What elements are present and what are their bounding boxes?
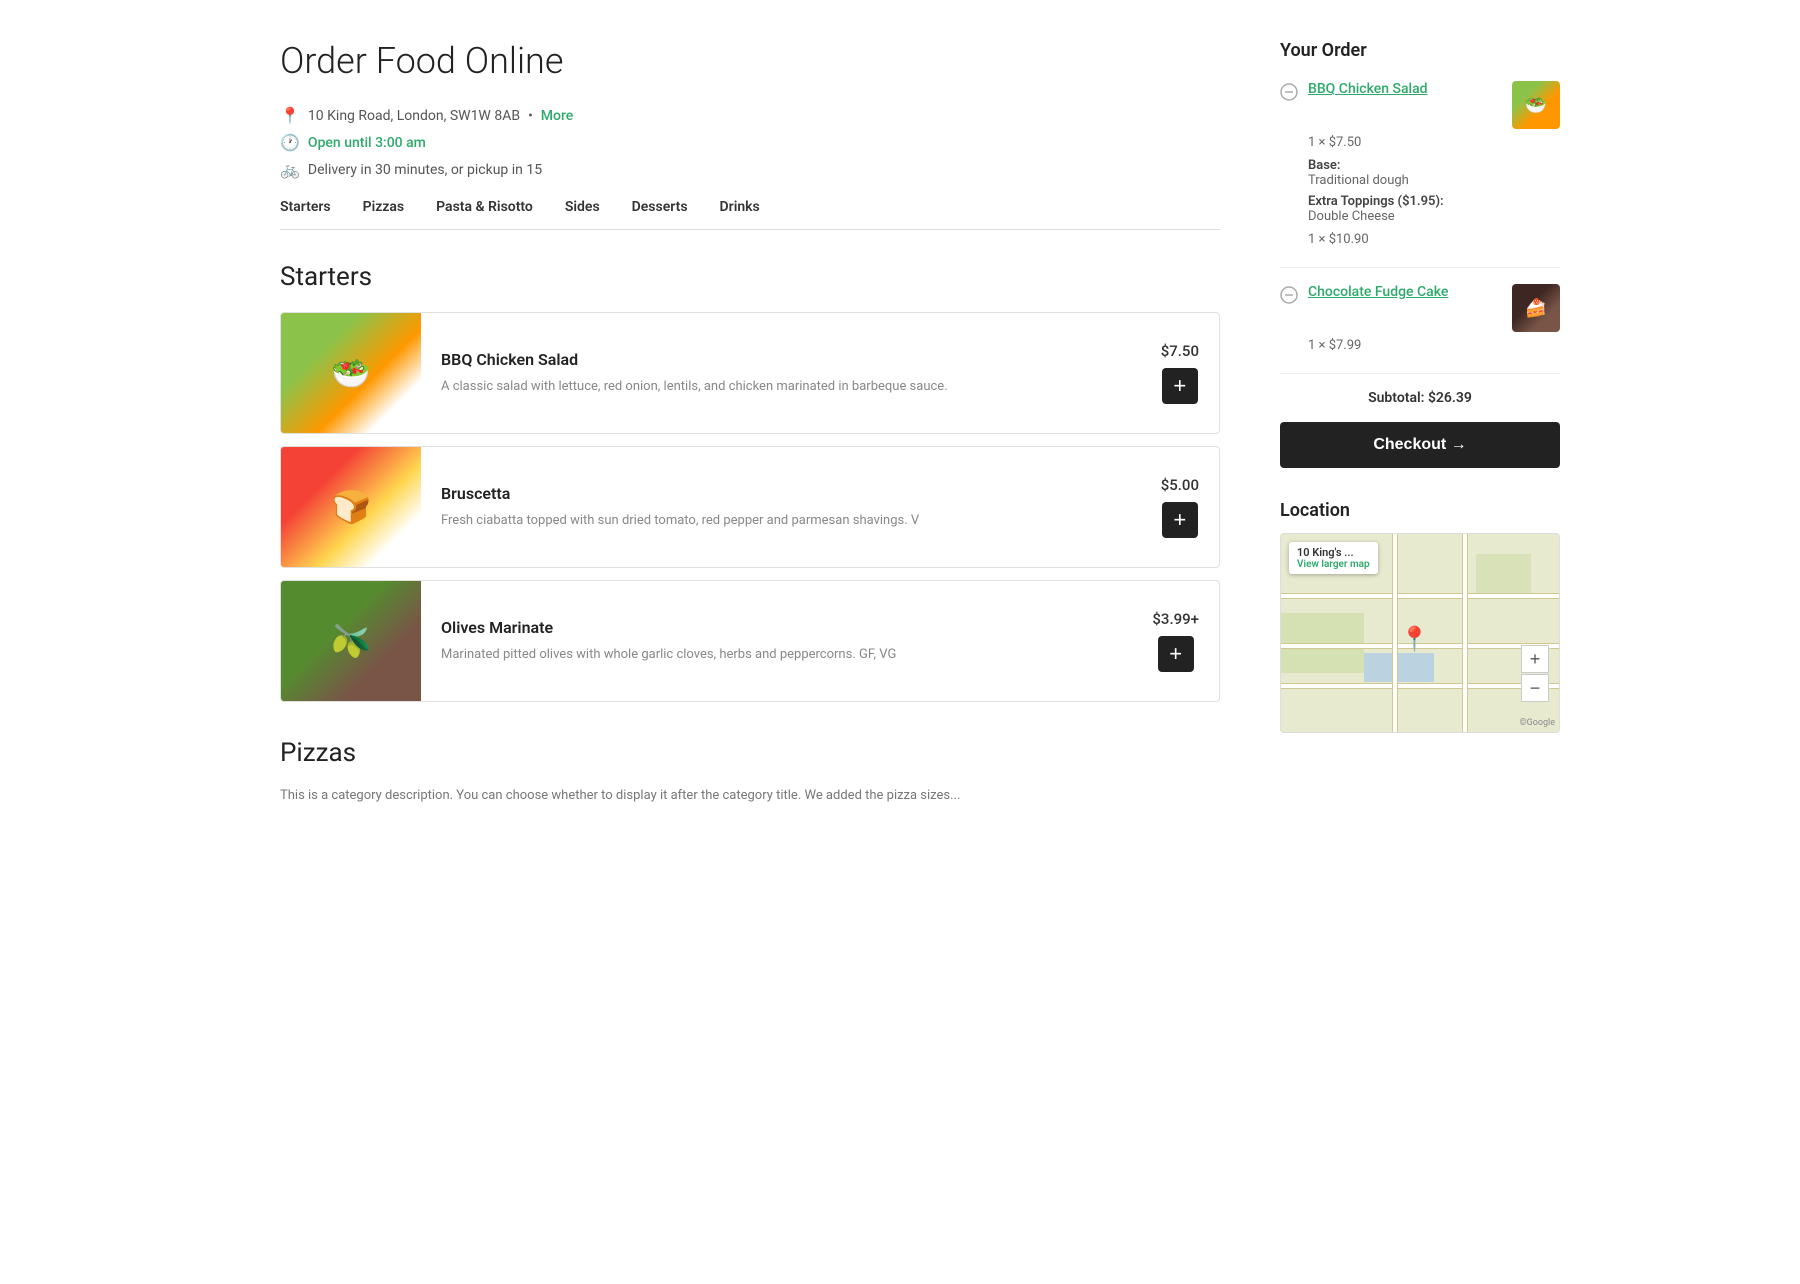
map-zoom-in-button[interactable]: +	[1521, 645, 1549, 673]
delivery-info: Delivery in 30 minutes, or pickup in 15	[308, 162, 542, 178]
order-item-extra-label: Extra Toppings ($1.95):	[1308, 194, 1560, 209]
order-item-thumb-bbq: 🥗	[1512, 81, 1560, 129]
map-pin: 📍	[1399, 625, 1429, 653]
clock-icon: 🕐	[280, 133, 300, 152]
map-zoom-out-button[interactable]: −	[1521, 674, 1549, 702]
tab-sides[interactable]: Sides	[565, 199, 600, 229]
list-item: 🥗 BBQ Chicken Salad A classic salad with…	[280, 312, 1220, 434]
tab-starters[interactable]: Starters	[280, 199, 331, 229]
list-item: 🫒 Olives Marinate Marinated pitted olive…	[280, 580, 1220, 702]
remove-bbq-chicken-salad-button[interactable]	[1280, 83, 1298, 104]
list-item: 🍞 Bruscetta Fresh ciabatta topped with s…	[280, 446, 1220, 568]
olives-marinate-price: $3.99+	[1152, 610, 1199, 628]
pizzas-section: Pizzas This is a category description. Y…	[280, 738, 1220, 803]
olives-marinate-desc: Marinated pitted olives with whole garli…	[441, 645, 1112, 665]
add-olives-marinate-button[interactable]: +	[1158, 636, 1194, 672]
tab-drinks[interactable]: Drinks	[720, 199, 760, 229]
order-item-thumb-cake: 🍰	[1512, 284, 1560, 332]
order-item-base-price-bbq: 1 × $7.50	[1308, 135, 1560, 150]
olives-marinate-price-col: $3.99+ +	[1132, 594, 1219, 688]
starters-section: Starters 🥗 BBQ Chicken Salad A classic s…	[280, 262, 1220, 702]
checkout-button[interactable]: Checkout →	[1280, 422, 1560, 468]
subtotal-label: Subtotal:	[1368, 390, 1424, 406]
open-status: Open until 3:00 am	[308, 135, 426, 151]
restaurant-address: 10 King Road, London, SW1W 8AB	[308, 108, 520, 124]
order-item-final-qty: 1 × $10.90	[1308, 232, 1560, 247]
page-title: Order Food Online	[280, 40, 1220, 82]
order-item-base-value: Traditional dough	[1308, 173, 1560, 188]
main-content: Order Food Online 📍 10 King Road, London…	[280, 40, 1220, 819]
more-link[interactable]: More	[541, 108, 574, 124]
order-item-bbq-chicken-salad: BBQ Chicken Salad 🥗 1 × $7.50 Base: Trad…	[1280, 81, 1560, 247]
pizzas-description: This is a category description. You can …	[280, 788, 1220, 803]
navigation-tabs: Starters Pizzas Pasta & Risotto Sides De…	[280, 199, 1220, 230]
status-row: 🕐 Open until 3:00 am	[280, 133, 1220, 152]
order-item-header: BBQ Chicken Salad 🥗	[1280, 81, 1560, 129]
order-sidebar: Your Order BBQ Chicken Salad 🥗 1 × $7.50…	[1280, 40, 1560, 819]
subtotal-value: $26.39	[1428, 390, 1472, 406]
tab-pizzas[interactable]: Pizzas	[363, 199, 405, 229]
checkout-label: Checkout →	[1373, 436, 1466, 454]
delivery-row: 🚲 Delivery in 30 minutes, or pickup in 1…	[280, 160, 1220, 179]
add-bbq-chicken-salad-button[interactable]: +	[1162, 368, 1198, 404]
location-title: Location	[1280, 500, 1560, 521]
tab-pasta-risotto[interactable]: Pasta & Risotto	[436, 199, 533, 229]
bruscetta-name: Bruscetta	[441, 484, 1121, 503]
bbq-chicken-salad-image: 🥗	[281, 313, 421, 433]
google-logo: ©Google	[1520, 718, 1555, 728]
bbq-chicken-salad-price-col: $7.50 +	[1141, 326, 1219, 420]
order-item-base-label: Base:	[1308, 158, 1560, 173]
bbq-chicken-salad-body: BBQ Chicken Salad A classic salad with l…	[421, 334, 1141, 413]
map-container: 10 King's ... View larger map 📍 + − ©Goo…	[1280, 533, 1560, 733]
delivery-icon: 🚲	[280, 160, 300, 179]
olives-marinate-body: Olives Marinate Marinated pitted olives …	[421, 602, 1132, 681]
order-item-extra-value: Double Cheese	[1308, 209, 1560, 224]
bruscetta-body: Bruscetta Fresh ciabatta topped with sun…	[421, 468, 1141, 547]
address-row: 📍 10 King Road, London, SW1W 8AB • More	[280, 106, 1220, 125]
add-bruscetta-button[interactable]: +	[1162, 502, 1198, 538]
order-item-chocolate-fudge-cake: Chocolate Fudge Cake 🍰 1 × $7.99	[1280, 284, 1560, 353]
map-location-name: 10 King's ...	[1297, 546, 1370, 559]
order-item-price-cake: 1 × $7.99	[1308, 338, 1560, 353]
location-icon: 📍	[280, 106, 300, 125]
order-item-header-cake: Chocolate Fudge Cake 🍰	[1280, 284, 1560, 332]
map-zoom-controls: + −	[1521, 645, 1549, 702]
subtotal-row: Subtotal: $26.39	[1280, 390, 1560, 406]
olives-marinate-name: Olives Marinate	[441, 618, 1112, 637]
remove-chocolate-fudge-cake-button[interactable]	[1280, 286, 1298, 307]
view-larger-map-link[interactable]: View larger map	[1297, 559, 1370, 570]
map-label-box: 10 King's ... View larger map	[1289, 542, 1378, 574]
bbq-chicken-salad-desc: A classic salad with lettuce, red onion,…	[441, 377, 1121, 397]
tab-desserts[interactable]: Desserts	[632, 199, 688, 229]
bruscetta-price: $5.00	[1161, 476, 1199, 494]
order-title: Your Order	[1280, 40, 1560, 61]
bruscetta-desc: Fresh ciabatta topped with sun dried tom…	[441, 511, 1121, 531]
bruscetta-image: 🍞	[281, 447, 421, 567]
order-item-name-cake[interactable]: Chocolate Fudge Cake	[1308, 284, 1502, 300]
pizzas-title: Pizzas	[280, 738, 1220, 768]
order-divider	[1280, 267, 1560, 268]
olives-marinate-image: 🫒	[281, 581, 421, 701]
location-section: Location 10 King's ...	[1280, 500, 1560, 733]
bruscetta-price-col: $5.00 +	[1141, 460, 1219, 554]
starters-title: Starters	[280, 262, 1220, 292]
order-item-name-bbq[interactable]: BBQ Chicken Salad	[1308, 81, 1502, 97]
bbq-chicken-salad-price: $7.50	[1161, 342, 1199, 360]
bbq-chicken-salad-name: BBQ Chicken Salad	[441, 350, 1121, 369]
order-divider-2	[1280, 373, 1560, 374]
